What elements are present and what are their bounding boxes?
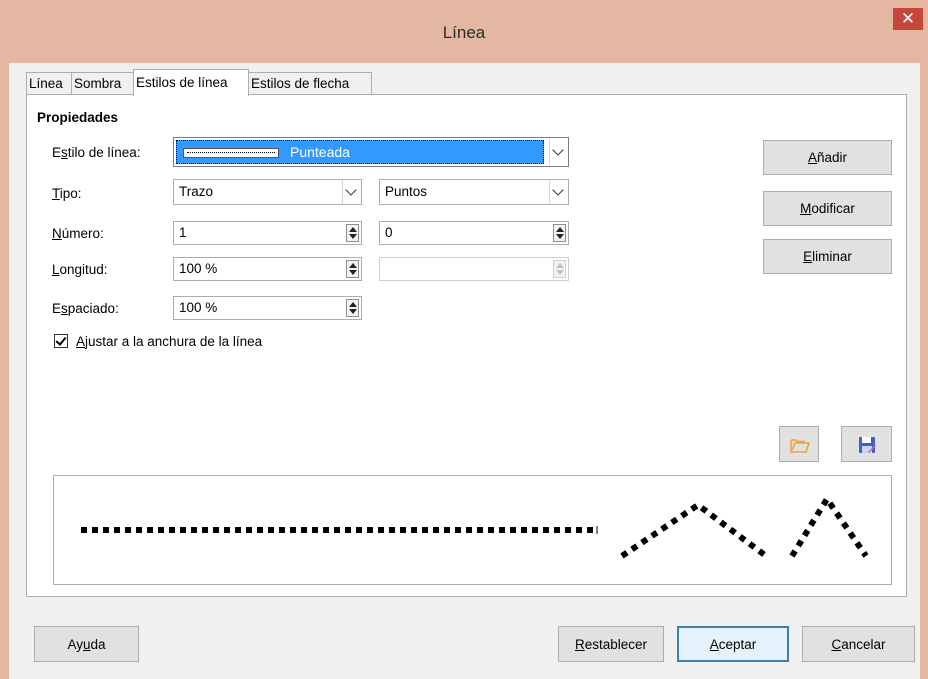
spacing-label: Espaciado:: [52, 301, 119, 316]
spin-down-icon: [349, 309, 357, 314]
dialog-window: Línea ✕ Línea Sombra Estilos de línea Es…: [0, 0, 928, 679]
tab-linea[interactable]: Línea: [26, 72, 72, 94]
window-frame-left: [0, 63, 9, 679]
spin-up-icon: [349, 302, 357, 307]
tab-label: Línea: [29, 76, 63, 91]
checkmark-icon: [55, 334, 67, 346]
selected-item-highlight: Punteada: [176, 140, 544, 164]
tab-estilos-de-flecha[interactable]: Estilos de flecha: [248, 72, 372, 94]
ok-button[interactable]: Aceptar: [677, 626, 789, 662]
fit-to-width-checkbox[interactable]: [54, 334, 68, 348]
length-label: Longitud:: [52, 262, 108, 277]
chevron-down-icon: [345, 184, 357, 196]
spacing-spinner[interactable]: 100 %: [173, 296, 362, 320]
line-style-label: Estilo de línea:: [52, 145, 141, 160]
type-value-1: Trazo: [179, 184, 214, 199]
type-dropdown-button-1[interactable]: [342, 180, 361, 204]
line-style-preview: [53, 475, 892, 585]
folder-open-icon: [790, 439, 810, 453]
line-style-swatch: [183, 148, 279, 158]
spin-buttons[interactable]: [553, 260, 566, 278]
close-button[interactable]: ✕: [893, 8, 923, 30]
modify-button[interactable]: Modificar: [763, 191, 892, 226]
chevron-down-icon: [552, 144, 564, 156]
tab-label: Estilos de flecha: [251, 76, 350, 91]
tab-estilos-de-linea[interactable]: Estilos de línea: [133, 69, 249, 96]
spin-down-icon: [349, 234, 357, 239]
preview-drawing: [81, 493, 869, 559]
spin-up-icon: [556, 263, 564, 268]
window-frame-right: [920, 63, 928, 679]
number-value-2: 0: [385, 225, 393, 240]
section-heading: Propiedades: [37, 110, 119, 125]
spin-down-icon: [349, 270, 357, 275]
tab-sombra[interactable]: Sombra: [71, 72, 134, 94]
spacing-value: 100 %: [179, 300, 218, 315]
number-label: Número:: [52, 226, 104, 241]
type-dropdown-button-2[interactable]: [549, 180, 568, 204]
spin-buttons[interactable]: [553, 224, 566, 242]
length-value-1: 100 %: [179, 261, 218, 276]
number-spinner-1[interactable]: 1: [173, 221, 362, 245]
spin-buttons[interactable]: [346, 224, 359, 242]
type-select-1[interactable]: Trazo: [173, 179, 362, 205]
spin-buttons[interactable]: [346, 299, 359, 317]
close-icon: ✕: [900, 9, 916, 28]
number-spinner-2[interactable]: 0: [379, 221, 569, 245]
type-value-2: Puntos: [385, 184, 428, 199]
number-value-1: 1: [179, 225, 187, 240]
length-spinner-1[interactable]: 100 %: [173, 257, 362, 281]
tab-label: Estilos de línea: [136, 75, 228, 90]
spin-up-icon: [349, 227, 357, 232]
fit-to-width-label[interactable]: Ajustar a la anchura de la línea: [76, 334, 262, 349]
window-title: Línea: [442, 23, 486, 42]
help-button[interactable]: Ayuda: [34, 626, 139, 662]
line-style-dropdown-button[interactable]: [549, 138, 568, 166]
spin-down-icon: [556, 234, 564, 239]
title-bar[interactable]: Línea ✕: [0, 0, 928, 63]
open-button[interactable]: [779, 426, 819, 462]
line-style-value: Punteada: [290, 144, 350, 160]
type-label: Tipo:: [52, 186, 82, 201]
save-button[interactable]: [841, 426, 892, 462]
cancel-button[interactable]: Cancelar: [802, 626, 915, 662]
spin-buttons[interactable]: [346, 260, 359, 278]
spin-up-icon: [349, 263, 357, 268]
spin-down-icon: [556, 270, 564, 275]
spin-up-icon: [556, 227, 564, 232]
tab-label: Sombra: [74, 76, 122, 91]
add-button[interactable]: Añadir: [763, 140, 892, 175]
delete-button[interactable]: Eliminar: [763, 239, 892, 274]
type-select-2[interactable]: Puntos: [379, 179, 569, 205]
reset-button[interactable]: Restablecer: [558, 626, 664, 662]
save-icon: [859, 437, 876, 453]
chevron-down-icon: [552, 184, 564, 196]
length-spinner-2[interactable]: [379, 257, 569, 281]
line-style-select[interactable]: Punteada: [173, 137, 569, 167]
